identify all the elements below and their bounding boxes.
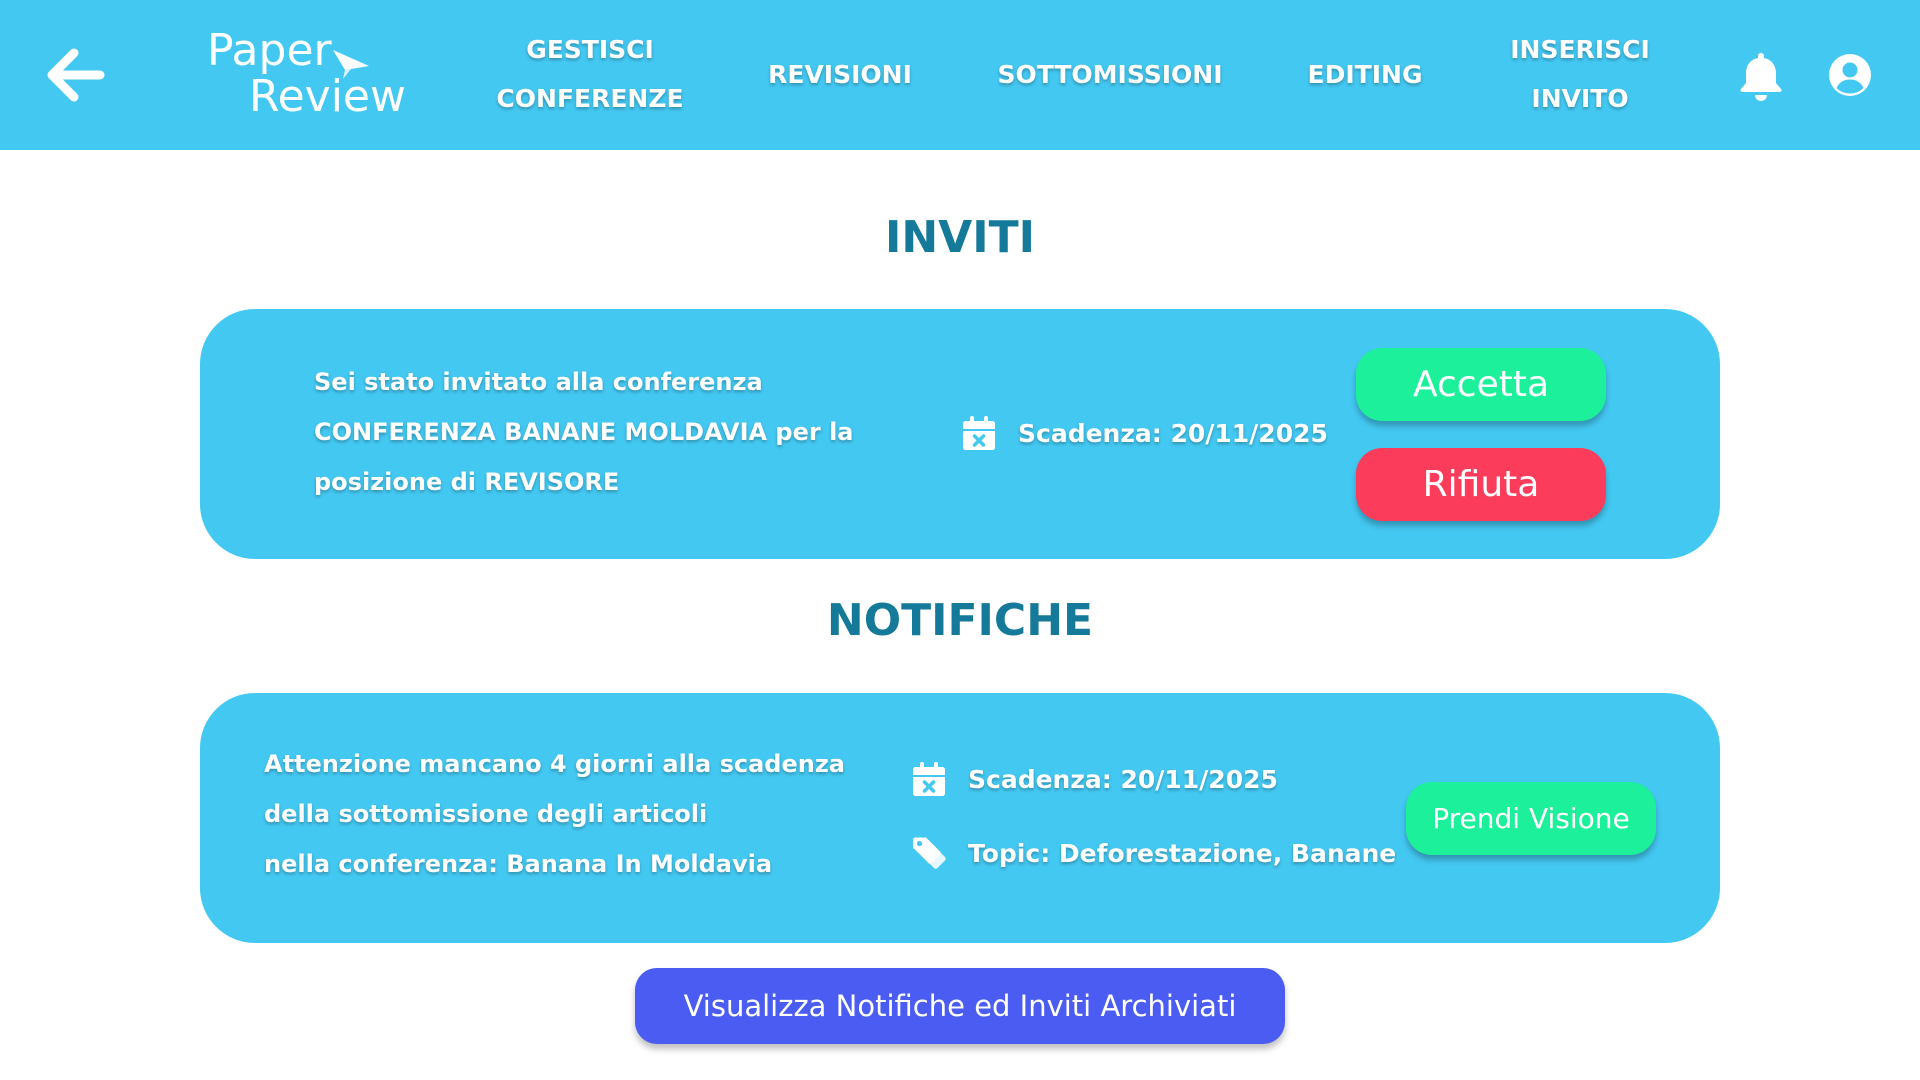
- nav-label-line: EDITING: [1307, 60, 1423, 89]
- view-archived-button[interactable]: Visualizza Notifiche ed Inviti Archiviat…: [635, 968, 1285, 1044]
- paper-review-logo[interactable]: Paper Review: [205, 25, 406, 126]
- nav-label-line: INVITO: [1531, 84, 1629, 113]
- nav-editing[interactable]: EDITING: [1280, 50, 1450, 99]
- nav-label-line: SOTTOMISSIONI: [997, 60, 1223, 89]
- inviti-section-title: INVITI: [884, 212, 1035, 263]
- nav-label-line: REVISIONI: [768, 60, 912, 89]
- nav-gestisci-conferenze[interactable]: GESTISCI CONFERENZE: [480, 25, 700, 123]
- logo-text-paper: Paper: [207, 25, 332, 76]
- notification-topic: Topic: Deforestazione, Banane: [912, 835, 1396, 871]
- notification-deadline-text: Scadenza: 20/11/2025: [968, 764, 1278, 794]
- acknowledge-notification-button[interactable]: Prendi Visione: [1406, 782, 1656, 855]
- invite-deadline: Scadenza: 20/11/2025: [962, 415, 1328, 451]
- accept-invite-button[interactable]: Accetta: [1356, 348, 1606, 421]
- notification-message-line: della sottomissione degli articoli: [264, 800, 708, 828]
- invite-message-line: posizione di REVISORE: [314, 468, 620, 496]
- nav-label-line: INSERISCI: [1510, 35, 1650, 64]
- notification-deadline: Scadenza: 20/11/2025: [912, 761, 1278, 797]
- calendar-x-icon: [963, 416, 995, 450]
- nav-sottomissioni[interactable]: SOTTOMISSIONI: [980, 50, 1240, 99]
- back-button[interactable]: [44, 45, 106, 105]
- notification-message: Attenzione mancano 4 giorni alla scadenz…: [264, 739, 845, 889]
- paper-plane-icon: [333, 50, 369, 79]
- logo-text-review: Review: [249, 71, 406, 122]
- invite-message: Sei stato invitato alla conferenza CONFE…: [314, 357, 854, 507]
- nav-inserisci-invito[interactable]: INSERISCI INVITO: [1480, 25, 1680, 123]
- arrow-left-icon: [47, 48, 105, 102]
- invite-message-line: Sei stato invitato alla conferenza: [314, 368, 763, 396]
- notification-message-line: Attenzione mancano 4 giorni alla scadenz…: [264, 750, 845, 778]
- notification-card: Attenzione mancano 4 giorni alla scadenz…: [200, 693, 1720, 943]
- calendar-x-icon: [913, 762, 945, 796]
- nav-label-line: GESTISCI: [526, 35, 654, 64]
- notifications-button[interactable]: [1737, 50, 1785, 102]
- invite-deadline-text: Scadenza: 20/11/2025: [1018, 418, 1328, 448]
- notification-message-line: nella conferenza: Banana In Moldavia: [264, 850, 773, 878]
- notification-topic-text: Topic: Deforestazione, Banane: [968, 838, 1397, 868]
- reject-invite-button[interactable]: Rifiuta: [1356, 448, 1606, 521]
- user-account-button[interactable]: [1828, 53, 1872, 97]
- user-circle-icon: [1829, 54, 1871, 96]
- nav-label-line: CONFERENZE: [496, 84, 684, 113]
- nav-revisioni[interactable]: REVISIONI: [740, 50, 940, 99]
- invite-card: Sei stato invitato alla conferenza CONFE…: [200, 309, 1720, 559]
- top-navigation-bar: Paper Review GESTISCI CONFERENZE REVISIO…: [0, 0, 1920, 150]
- invite-message-line: CONFERENZA BANANE MOLDAVIA per la: [314, 418, 854, 446]
- bell-icon: [1740, 53, 1782, 101]
- notifiche-section-title: NOTIFICHE: [826, 595, 1094, 646]
- tags-icon: [913, 837, 946, 869]
